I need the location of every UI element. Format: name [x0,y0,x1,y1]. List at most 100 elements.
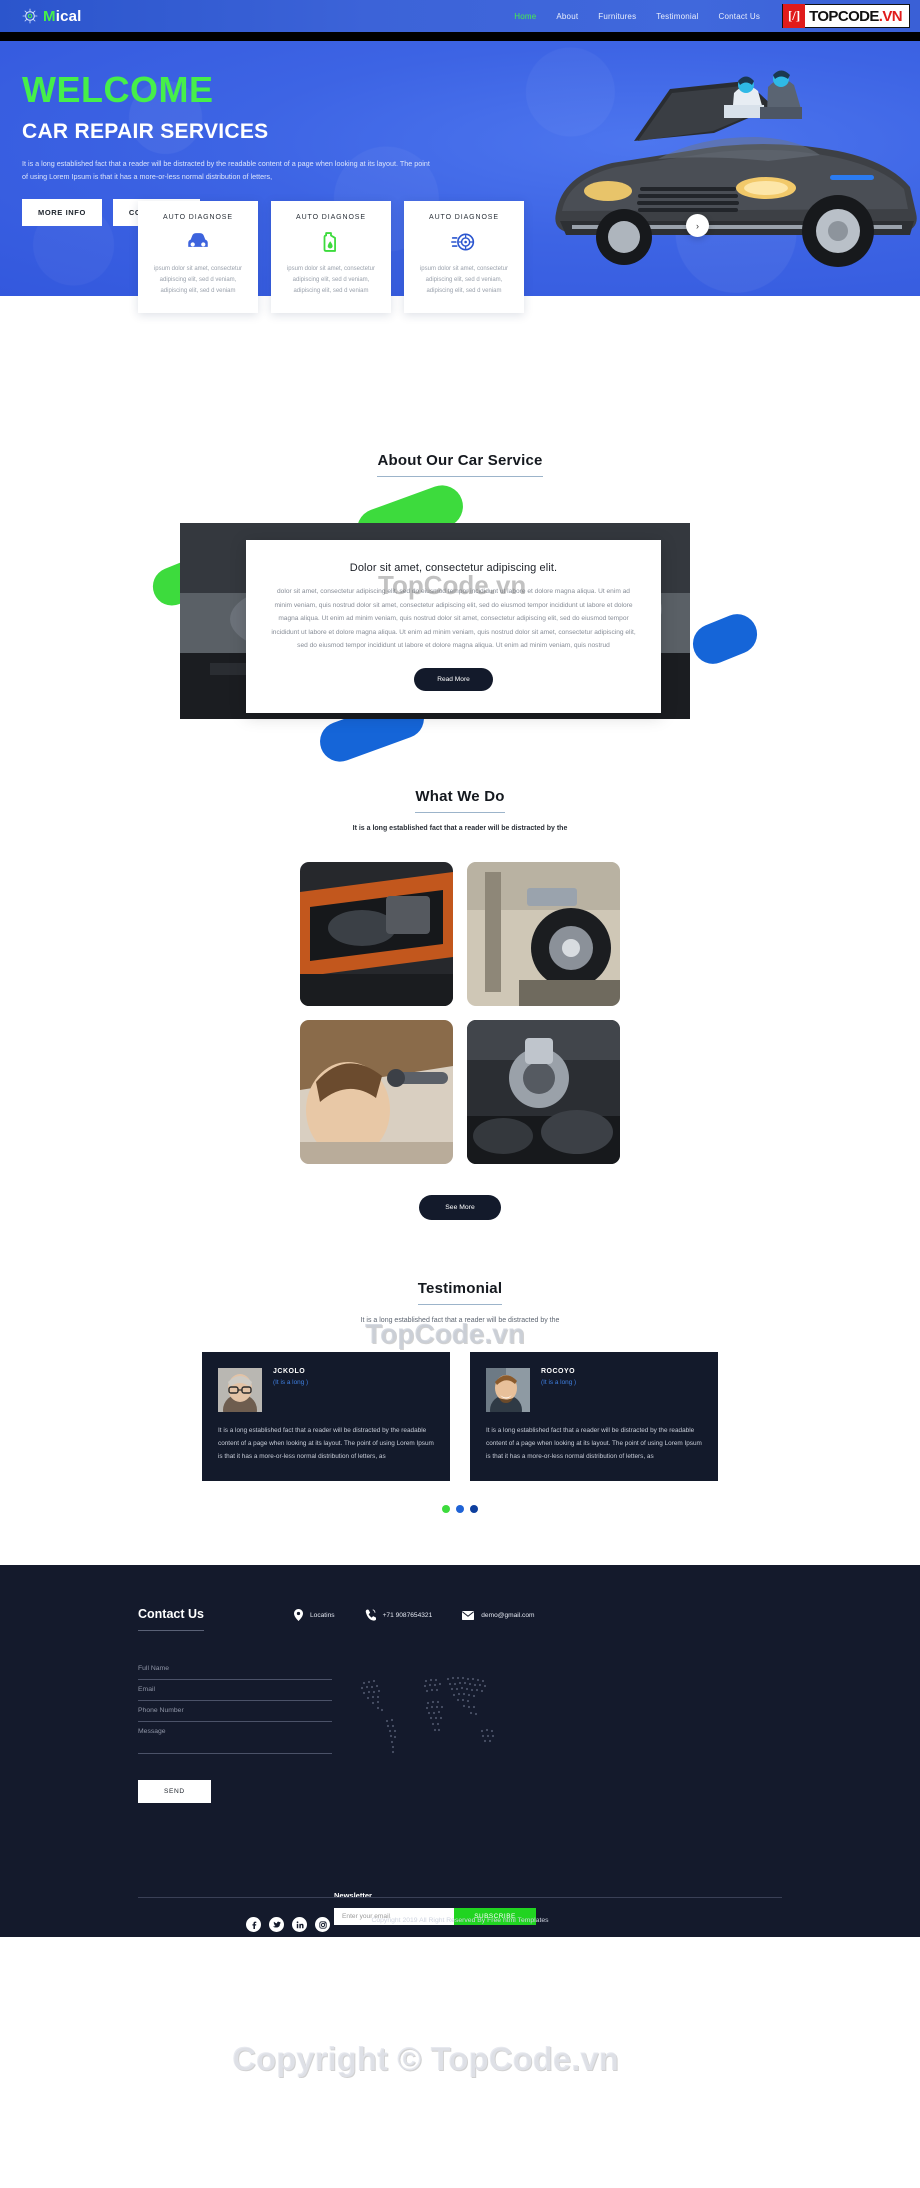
testimonial-card-header: ROCOYO (It is a long ) [486,1368,702,1412]
nav-item-contact-us[interactable]: Contact Us [719,12,761,21]
gallery-item[interactable] [300,862,453,1006]
service-card[interactable]: AUTO DIAGNOSE ipsum dolor sit amet, cons… [404,201,524,314]
testimonial-section: Testimonial It is a long established fac… [0,1220,920,1514]
decor-blob-blue-right [686,608,764,670]
phone-input[interactable] [138,1701,332,1723]
see-more-wrap: See More [0,1195,920,1220]
testimonial-role: (It is a long ) [541,1379,577,1386]
testimonial-quote: It is a long established fact that a rea… [218,1427,434,1460]
email-input[interactable] [138,1680,332,1702]
about-card-body: dolor sit amet, consectetur adipiscing e… [271,588,636,650]
car-engine-bay-photo [300,862,453,1006]
contact-email[interactable]: demo@gmail.com [462,1610,535,1620]
what-we-do-subheading: It is a long established fact that a rea… [352,825,568,832]
send-button[interactable]: SEND [138,1780,211,1804]
newsletter-heading: Newsletter [334,1891,372,1901]
nav-item-furnitures[interactable]: Furnitures [598,12,636,21]
world-map-dots-icon [360,1677,495,1754]
topcode-badge-icon: [/] [783,4,806,28]
about-content-card: Dolor sit amet, consectetur adipiscing e… [246,540,661,713]
hero-title: CAR REPAIR SERVICES [22,119,269,143]
gallery-item[interactable] [467,1020,620,1164]
topcode-badge-text: TOPCODE.VN [805,8,905,25]
topcode-badge-tld: .VN [878,7,903,25]
more-info-button[interactable]: MORE INFO [22,199,102,227]
contact-phone[interactable]: +71 9087654321 [365,1609,433,1622]
read-more-button[interactable]: Read More [414,667,493,691]
topcode-watermark-badge: [/] TOPCODE.VN [782,4,910,28]
wheel-alignment-photo [467,862,620,1006]
service-card-title: AUTO DIAGNOSE [429,214,499,221]
what-we-do-heading: What We Do [415,788,505,813]
avatar-rocoyo-photo [486,1368,530,1412]
hero-description: It is a long established fact that a rea… [22,158,430,182]
testimonial-card: ROCOYO (It is a long ) It is a long esta… [470,1352,718,1482]
avatar [218,1368,262,1412]
contact-form: SEND [138,1659,338,1804]
contact-email-text: demo@gmail.com [481,1611,535,1619]
contact-location[interactable]: Locatins [294,1609,335,1622]
message-input[interactable] [138,1722,332,1755]
testimonial-meta: ROCOYO (It is a long ) [541,1368,576,1386]
testimonial-name: ROCOYO [541,1368,576,1375]
logo-text: Mical [43,8,82,25]
about-card-title: Dolor sit amet, consectetur adipiscing e… [349,562,558,574]
header-black-divider [0,32,920,41]
service-card-description: ipsum dolor sit amet, consectetur adipis… [286,266,376,295]
carousel-next-button[interactable]: › [686,214,709,237]
copyright-text: Copyright 2019 All Right Reserved By Fre… [371,1917,549,1925]
hero-eyebrow: WELCOME [22,69,214,110]
about-section: About Our Car Service Dolor sit amet, co… [0,416,920,768]
testimonial-quote: It is a long established fact that a rea… [486,1427,702,1460]
what-we-do-heading-wrap: What We Do [0,788,920,813]
nav-item-testimonial[interactable]: Testimonial [656,12,698,21]
testimonial-meta: JCKOLO (It is a long ) [273,1368,308,1386]
service-card-title: AUTO DIAGNOSE [296,214,366,221]
nav-item-about[interactable]: About [556,12,578,21]
contact-phone-text: +71 9087654321 [382,1611,433,1619]
footer-contact-heading: Contact Us [138,1607,204,1632]
logo-text-green: M [43,7,56,25]
gallery-item[interactable] [467,862,620,1006]
work-gallery [300,862,620,1164]
testimonial-heading-wrap: Testimonial [0,1280,920,1305]
footer-grid: Contact Us SEND Locatins [0,1605,920,1933]
envelope-icon [462,1610,475,1620]
location-pin-icon [294,1609,303,1622]
nav-item-home[interactable]: Home [514,12,536,21]
gallery-item[interactable] [300,1020,453,1164]
logo-text-white: ical [55,7,82,25]
testimonial-heading: Testimonial [417,1280,503,1305]
footer-contact-column: Contact Us SEND [138,1605,338,1804]
about-heading: About Our Car Service [377,452,543,477]
service-cards-section: AUTO DIAGNOSE ipsum dolor sit amet, cons… [0,201,920,416]
site-footer: Contact Us SEND Locatins [0,1565,920,1938]
contact-location-text: Locatins [310,1611,335,1619]
service-card-description: ipsum dolor sit amet, consectetur adipis… [153,266,243,295]
pagination-dot-2[interactable] [456,1505,464,1514]
full-name-input[interactable] [138,1659,332,1681]
main-navigation: Home About Furnitures Testimonial Contac… [514,12,760,21]
testimonial-cards: JCKOLO (It is a long ) It is a long esta… [0,1352,920,1482]
topcode-badge-word: TOPCODE [809,7,879,25]
avatar [486,1368,530,1412]
testimonial-pagination [0,1505,920,1514]
logo[interactable]: Mical [22,8,82,25]
testimonial-name: JCKOLO [273,1368,306,1375]
footer-divider [138,1897,782,1899]
what-we-do-section: What We Do It is a long established fact… [0,730,920,1220]
oil-can-icon [323,232,336,252]
testimonial-role: (It is a long ) [273,1379,309,1386]
about-stage: Dolor sit amet, consectetur adipiscing e… [147,479,764,768]
see-more-button[interactable]: See More [419,1195,501,1220]
car-icon [188,233,208,247]
service-card[interactable]: AUTO DIAGNOSE ipsum dolor sit amet, cons… [138,201,258,314]
pagination-dot-3[interactable] [470,1505,478,1514]
testimonial-card: JCKOLO (It is a long ) It is a long esta… [202,1352,450,1482]
pagination-dot-1[interactable] [442,1505,450,1514]
service-card[interactable]: AUTO DIAGNOSE ipsum dolor sit amet, cons… [271,201,391,314]
about-heading-wrap: About Our Car Service [0,452,920,477]
gear-logo-icon [22,8,38,24]
brake-disc-icon [451,233,475,251]
avatar-jckolo-photo [218,1368,262,1412]
